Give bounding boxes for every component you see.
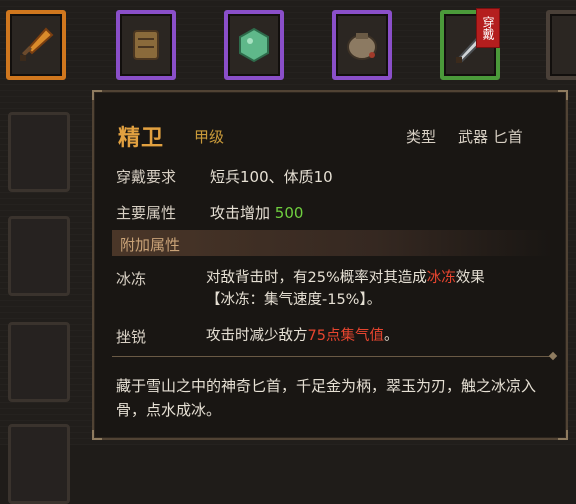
effect-freeze-line2: 【冰冻：集气速度-15%】。 (206, 292, 382, 308)
tooltip-corner (558, 90, 568, 100)
equip-slot-jade[interactable] (224, 10, 284, 80)
effect-freeze-highlight: 冰冻 (426, 270, 456, 286)
leather-armor-icon (133, 30, 159, 60)
item-grade: 甲级 (194, 128, 225, 146)
equip-slot-dagger[interactable] (6, 10, 66, 80)
pouch-icon (347, 33, 377, 60)
main-attribute-number: 500 (274, 204, 304, 222)
main-attribute-label: 主要属性 (116, 204, 177, 222)
item-description: 藏于雪山之中的神奇匕首，千足金为柄，翠玉为刃，触之冰凉入骨，点水成冰。 (116, 377, 537, 419)
effect-name-freeze: 冰冻 (116, 270, 147, 288)
main-attribute-text: 攻击增加 (210, 204, 271, 222)
effect-freeze-post: 效果 (455, 270, 485, 286)
description-divider (112, 356, 552, 357)
tooltip-corner (558, 430, 568, 440)
effect-name-blunt: 挫锐 (116, 328, 147, 346)
divider-ornament (548, 351, 558, 361)
jade-stone-icon (239, 27, 269, 63)
requirements-label: 穿戴要求 (116, 168, 177, 186)
extra-attributes-title: 附加属性 (120, 236, 181, 254)
inventory-slot[interactable] (8, 322, 70, 402)
equip-slot-blade[interactable]: 穿戴 (440, 8, 500, 80)
effect-blunt-post: 。 (383, 328, 399, 344)
tooltip-corner (92, 90, 102, 100)
effect-blunt-highlight: 75点集气值 (307, 328, 384, 344)
item-type-value: 武器 匕首 (458, 128, 523, 146)
effect-text-blunt: 攻击时减少敌方75点集气值。 (206, 325, 556, 347)
item-type-label: 类型 (406, 128, 437, 146)
effect-blunt-pre: 攻击时减少敌方 (206, 328, 308, 344)
item-name: 精卫 (118, 126, 165, 151)
equip-slot-partial[interactable] (546, 10, 576, 80)
effect-freeze-line1: 对敌背击时，有25%概率对其造成冰冻效果 (206, 267, 556, 289)
effect-freeze-pre: 对敌背击时，有25%概率对其造成 (206, 270, 427, 286)
inventory-slot[interactable] (8, 216, 70, 296)
equip-slot-armor[interactable] (116, 10, 176, 80)
equipped-badge: 穿戴 (476, 8, 500, 48)
dagger-icon (20, 27, 54, 61)
item-tooltip: 精卫 甲级 类型 武器 匕首 穿戴要求 短兵100、体质10 主要属性 攻击增加… (92, 90, 568, 440)
main-attribute-value: 攻击增加 500 (210, 202, 303, 223)
inventory-slot[interactable] (8, 424, 70, 504)
tooltip-corner (92, 430, 102, 440)
effect-text-freeze: 对敌背击时，有25%概率对其造成冰冻效果 【冰冻：集气速度-15%】。 (206, 267, 556, 311)
requirements-value: 短兵100、体质10 (210, 168, 333, 186)
equip-slot-pouch[interactable] (332, 10, 392, 80)
inventory-slot[interactable] (8, 112, 70, 192)
